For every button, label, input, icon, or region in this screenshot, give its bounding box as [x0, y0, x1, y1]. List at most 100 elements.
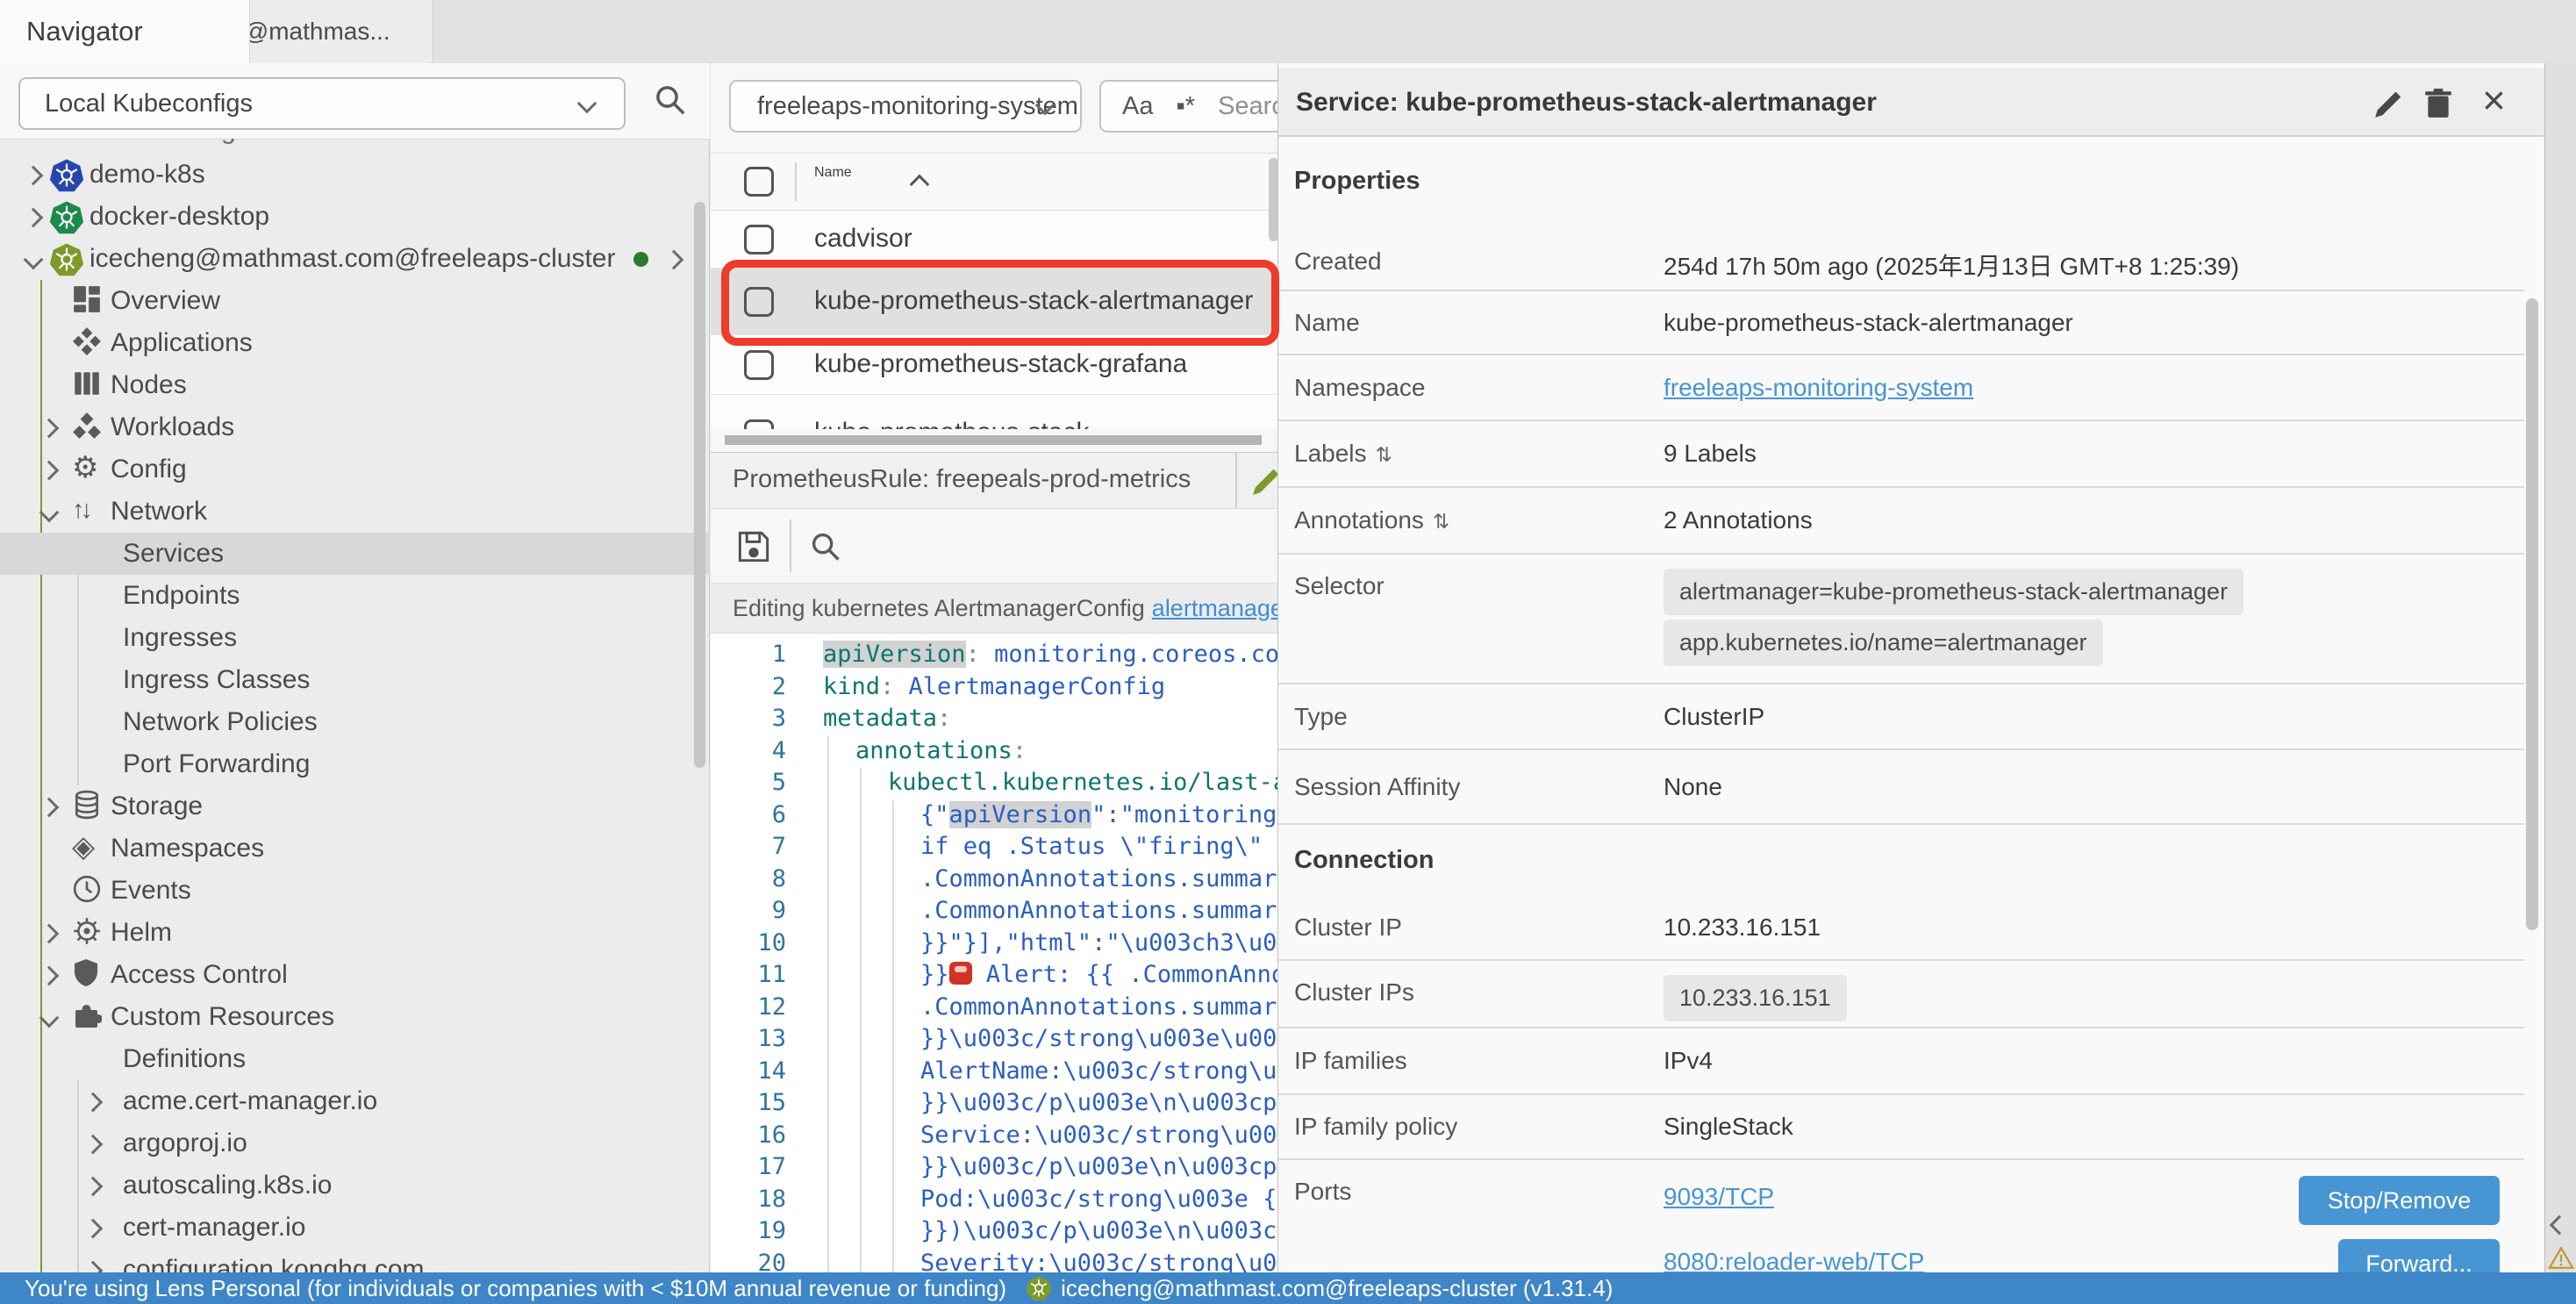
match-case-icon[interactable]: Aa	[1122, 92, 1153, 121]
chevron-right-icon[interactable]	[39, 798, 60, 818]
service-details-drawer: Service: kube-prometheus-stack-alertmana…	[1277, 63, 2544, 1272]
save-icon[interactable]	[737, 530, 770, 563]
code-token: if eq .Status \"firing\" }}	[920, 833, 1279, 860]
stop-remove-button[interactable]: Stop/Remove	[2299, 1176, 2500, 1225]
table-row-cadvisor[interactable]: cadvisor	[711, 211, 1279, 269]
namespace-select[interactable]: freeleaps-monitoring-system	[729, 80, 1082, 133]
sidebar-item-icecheng-mathmast-com-freeleaps-cluster[interactable]: icecheng@mathmast.com@freeleaps-cluster	[0, 238, 710, 280]
close-icon[interactable]: ×	[2482, 80, 2506, 120]
kubeconfig-select[interactable]: Local Kubeconfigs	[18, 77, 626, 130]
collapse-chevron-icon[interactable]	[2550, 1215, 2570, 1236]
sidebar-item-overview[interactable]: Overview	[0, 280, 710, 322]
sidebar-item-namespaces[interactable]: ◈Namespaces	[0, 828, 710, 870]
sidebar-item-acme-cert-manager-io[interactable]: acme.cert-manager.io	[0, 1080, 710, 1122]
table-row-kube-prometheus-stack-alertmanager[interactable]: kube-prometheus-stack-alertmanager	[711, 269, 1279, 335]
sidebar-item-ingress-classes[interactable]: Ingress Classes	[0, 659, 710, 701]
connection-section-title: Connection	[1294, 846, 1435, 875]
warning-icon[interactable]	[2548, 1246, 2574, 1270]
chevron-right-icon[interactable]	[39, 419, 60, 439]
detail-value: 254d 17h 50m ago (2025年1月13日 GMT+8 1:25:…	[1664, 247, 2239, 283]
chevron-right-icon[interactable]	[83, 1177, 104, 1197]
drawer-scrollbar[interactable]	[2526, 298, 2538, 930]
chevron-right-icon[interactable]	[24, 208, 44, 228]
cluster-tree: gdemo-k8sdocker-desktopicecheng@mathmast…	[0, 139, 710, 1272]
yaml-editor[interactable]: 1apiVersion: monitoring.coreos.com/v12ki…	[711, 634, 1279, 1272]
sidebar-item-argoproj-io[interactable]: argoproj.io	[0, 1122, 710, 1164]
editor-search-icon[interactable]	[809, 530, 842, 563]
chevron-right-icon[interactable]	[83, 1261, 104, 1272]
code-token: ":"monitoring.core	[1091, 801, 1279, 828]
sidebar-item-workloads[interactable]: Workloads	[0, 406, 710, 448]
detail-row-namespace: Namespacefreeleaps-monitoring-system	[1278, 355, 2524, 421]
chevron-right-icon[interactable]	[83, 1093, 104, 1113]
detail-row-session-affinity: Session AffinityNone	[1278, 750, 2524, 825]
line-number: 14	[711, 1055, 786, 1087]
edit-pencil-icon[interactable]	[1251, 467, 1279, 497]
chevron-down-icon[interactable]	[24, 250, 44, 270]
chevron-right-icon[interactable]	[39, 966, 60, 986]
sidebar-item-custom-resources[interactable]: Custom Resources	[0, 996, 710, 1038]
regex-icon[interactable]: ▪*	[1176, 92, 1195, 121]
detail-label: IP families	[1294, 1047, 1407, 1074]
port-link[interactable]: 9093/TCP	[1664, 1183, 1774, 1211]
sidebar-item-helm[interactable]: Helm	[0, 912, 710, 954]
sidebar-item-demo-k8s[interactable]: demo-k8s	[0, 154, 710, 196]
sidebar-item-config[interactable]: ⚙Config	[0, 448, 710, 491]
chevron-right-icon[interactable]	[39, 461, 60, 481]
search-icon[interactable]	[653, 82, 688, 118]
sidebar-item-definitions[interactable]: Definitions	[0, 1038, 710, 1080]
sidebar-scrollbar[interactable]	[694, 202, 705, 768]
sidebar-item-docker-desktop[interactable]: docker-desktop	[0, 196, 710, 238]
name-column-header[interactable]: Name	[814, 165, 852, 181]
search-box[interactable]: Aa ▪* Search	[1099, 80, 1279, 133]
chevron-down-icon[interactable]	[39, 503, 60, 523]
namespace-link[interactable]: freeleaps-monitoring-system	[1664, 374, 1973, 402]
sort-ascending-icon[interactable]	[910, 175, 930, 195]
dock-tab[interactable]: PrometheusRule: freepeals-prod-metrics	[711, 452, 1279, 509]
line-number: 9	[711, 894, 786, 927]
editing-resource-link[interactable]: alertmanager	[1152, 595, 1279, 622]
active-cluster-status[interactable]: icecheng@mathmast.com@freeleaps-cluster …	[1026, 1275, 1613, 1302]
row-checkbox[interactable]	[744, 287, 774, 317]
code-line: 2kind: AlertmanagerConfig	[711, 670, 1279, 703]
sidebar-item-access-control[interactable]: Access Control	[0, 954, 710, 996]
horizontal-scrollbar[interactable]	[725, 435, 1262, 445]
sidebar-item-cert-manager-io[interactable]: cert-manager.io	[0, 1207, 710, 1249]
chevron-right-icon[interactable]	[83, 1135, 104, 1155]
sidebar-item-configuration-konghq-com[interactable]: configuration.konghq.com	[0, 1249, 710, 1272]
table-row-partial[interactable]: kube-prometheus-stack-	[711, 395, 1279, 429]
row-checkbox[interactable]	[744, 350, 774, 380]
chevron-right-icon[interactable]	[39, 924, 60, 944]
row-checkbox[interactable]	[744, 419, 774, 429]
code-line: 1apiVersion: monitoring.coreos.com/v1	[711, 638, 1279, 670]
search-placeholder[interactable]: Search	[1218, 92, 1279, 121]
sidebar-item-autoscaling-k8s-io[interactable]: autoscaling.k8s.io	[0, 1164, 710, 1207]
sidebar-item-applications[interactable]: Applications	[0, 322, 710, 364]
sort-toggle-icon[interactable]: ⇅	[1376, 443, 1392, 466]
detail-row-labels: Labels⇅9 Labels	[1278, 421, 2524, 488]
sidebar-item-nodes[interactable]: Nodes	[0, 364, 710, 406]
sidebar-item-services[interactable]: Services	[0, 533, 710, 575]
chevron-right-icon[interactable]	[83, 1219, 104, 1239]
forward-button[interactable]: Forward...	[2338, 1239, 2500, 1272]
sidebar-item-events[interactable]: Events	[0, 870, 710, 912]
line-number: 15	[711, 1086, 786, 1119]
sidebar-item-ingresses[interactable]: Ingresses	[0, 617, 710, 659]
table-row-kube-prometheus-stack-grafana[interactable]: kube-prometheus-stack-grafana	[711, 335, 1279, 395]
sidebar-item-endpoints[interactable]: Endpoints	[0, 575, 710, 617]
sidebar-item-network[interactable]: ↑↓Network	[0, 491, 710, 533]
row-checkbox[interactable]	[744, 225, 774, 254]
chevron-right-icon[interactable]	[24, 166, 44, 186]
sidebar-item-port-forwarding[interactable]: Port Forwarding	[0, 743, 710, 785]
delete-trash-icon[interactable]	[2424, 88, 2452, 119]
select-all-checkbox[interactable]	[744, 167, 774, 197]
sidebar-item-network-policies[interactable]: Network Policies	[0, 701, 710, 743]
chevron-down-icon[interactable]	[39, 1008, 60, 1028]
edit-pencil-icon[interactable]	[2373, 90, 2403, 119]
sidebar-item-label: Ingress Classes	[123, 665, 310, 695]
sort-toggle-icon[interactable]: ⇅	[1433, 510, 1449, 533]
port-link[interactable]: 8080:reloader-web/TCP	[1664, 1248, 1924, 1272]
chevron-right-icon[interactable]	[664, 250, 684, 270]
sidebar-item-storage[interactable]: Storage	[0, 785, 710, 828]
line-number: 4	[711, 734, 786, 767]
